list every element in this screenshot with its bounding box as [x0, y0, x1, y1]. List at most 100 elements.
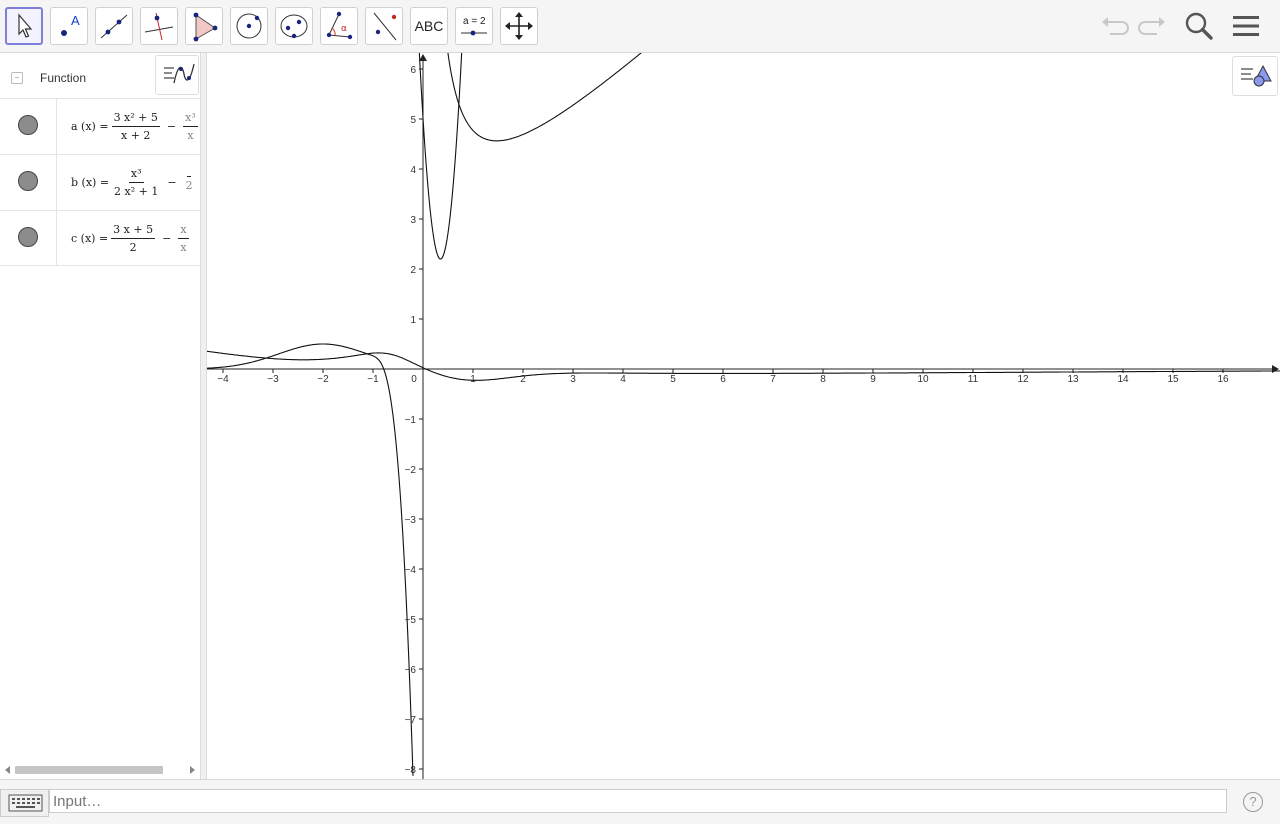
move-tool-button[interactable] [5, 7, 43, 45]
slider-icon: a = 2 [461, 16, 487, 36]
y-tick-label: 6 [410, 65, 416, 76]
svg-text:A: A [71, 13, 80, 28]
x-tick-label: −2 [317, 374, 329, 385]
y-tick-label: 2 [410, 265, 416, 276]
graphics-view[interactable]: −4 −3 −2 −1 0 1 2 3 4 5 6 7 8 9 10 11 12 13 14 15 16 1 2 3 4 5 6 −1… [207, 53, 1280, 779]
curve-a[interactable] [417, 53, 464, 260]
x-tick-label: 12 [1017, 374, 1029, 385]
algebra-item-b[interactable]: b (x) = x³ 2 x² + 1 − 2 [0, 154, 200, 210]
x-axis-arrow [1272, 365, 1279, 373]
slider-tool-label: a = 2 [463, 16, 486, 27]
circle-tool-button[interactable] [230, 7, 268, 45]
text-tool-button[interactable]: ABC [410, 7, 448, 45]
keyboard-icon [8, 794, 43, 812]
denominator: x [187, 129, 194, 142]
denominator: x [180, 240, 187, 254]
x-tick-label: 1 [470, 374, 476, 385]
marble-cell [0, 155, 57, 210]
x-tick-label: −4 [217, 374, 229, 385]
undo-button[interactable] [1097, 8, 1133, 44]
hamburger-menu-icon [1233, 16, 1259, 36]
axes: −4 −3 −2 −1 0 1 2 3 4 5 6 7 8 9 10 11 12 13 14 15 16123456−1… [207, 54, 1279, 779]
numerator: x³ [128, 167, 144, 183]
angle-tool-button[interactable]: α [320, 7, 358, 45]
algebra-style-bar-button[interactable] [155, 55, 199, 95]
formula-lhs: b (x) = [71, 176, 110, 189]
input-help-button[interactable]: ? [1243, 792, 1263, 812]
algebra-item-a[interactable]: a (x) = 3 x² + 5 x + 2 − x³ x [0, 98, 200, 154]
x-tick-label: 14 [1117, 374, 1129, 385]
search-button[interactable] [1181, 8, 1217, 44]
collapse-category-button[interactable]: − [11, 72, 23, 84]
scrollbar-thumb[interactable] [15, 766, 163, 774]
redo-button[interactable] [1134, 8, 1170, 44]
denominator: 2 x² + 1 [114, 185, 159, 198]
formula-lhs: a (x) = [71, 120, 109, 133]
numerator: x [178, 223, 189, 239]
formula-lhs: c (x) = [71, 231, 109, 245]
function-curves [207, 53, 1280, 776]
graphics-canvas[interactable]: −4 −3 −2 −1 0 1 2 3 4 5 6 7 8 9 10 11 12 13 14 15 16123456−1… [207, 53, 1280, 779]
denominator: 2 [129, 240, 137, 254]
x-tick-label: 11 [968, 374, 979, 385]
polygon-tool-button[interactable] [185, 7, 223, 45]
point-icon: A [61, 13, 80, 36]
perpendicular-line-tool-button[interactable] [140, 7, 178, 45]
y-tick-label: −8 [405, 765, 417, 776]
algebra-view: − Function a (x) = 3 x² + 5 x + 2 − x³ x… [0, 53, 201, 779]
formula-c[interactable]: c (x) = 3 x + 5 2 − x x [71, 211, 192, 265]
algebra-item-c[interactable]: c (x) = 3 x + 5 2 − x x [0, 210, 200, 266]
formula-b[interactable]: b (x) = x³ 2 x² + 1 − 2 [71, 155, 198, 210]
search-icon [1185, 12, 1213, 40]
x-tick-label: 16 [1217, 374, 1229, 385]
y-tick-label: 4 [410, 165, 416, 176]
reflect-about-line-icon [373, 12, 397, 41]
x-tick-label: 10 [917, 374, 929, 385]
y-tick-label: −2 [405, 465, 417, 476]
fraction-clipped: x³ x [183, 111, 198, 142]
formula-a[interactable]: a (x) = 3 x² + 5 x + 2 − x³ x [71, 99, 200, 154]
y-tick-label: 3 [410, 215, 416, 226]
x-tick-label: −3 [267, 374, 279, 385]
conic-tool-button[interactable] [275, 7, 313, 45]
y-tick-label: −1 [405, 415, 417, 426]
graphics-style-bar-button[interactable] [1232, 56, 1278, 96]
virtual-keyboard-button[interactable] [0, 789, 49, 817]
fraction: 3 x² + 5 x + 2 [111, 111, 160, 142]
y-tick-label: −6 [405, 665, 417, 676]
main-menu-button[interactable] [1228, 8, 1264, 44]
numerator: 3 x² + 5 [111, 111, 160, 127]
svg-text:α: α [341, 24, 347, 34]
move-arrows-icon [505, 12, 533, 40]
angle-icon: α [326, 11, 353, 40]
line-tool-button[interactable] [95, 7, 133, 45]
redo-icon [1138, 17, 1165, 35]
slider-tool-button[interactable]: a = 2 [455, 7, 493, 45]
curve-c[interactable] [442, 53, 711, 142]
reflect-tool-button[interactable] [365, 7, 403, 45]
cursor-arrow-icon [18, 13, 33, 38]
visibility-toggle-icon[interactable] [18, 227, 38, 247]
move-graphics-tool-button[interactable] [500, 7, 538, 45]
x-tick-label: 3 [570, 374, 576, 385]
fraction: x³ 2 x² + 1 [112, 167, 160, 198]
x-tick-label: 6 [720, 374, 726, 385]
x-tick-label: 15 [1167, 374, 1179, 385]
x-tick-label: 0 [411, 374, 417, 385]
undo-icon [1102, 17, 1129, 35]
curve-b[interactable] [207, 343, 414, 776]
y-tick-label: 1 [410, 315, 416, 326]
fraction-clipped: 2 [184, 174, 195, 192]
point-tool-button[interactable]: A [50, 7, 88, 45]
operator: − [162, 231, 172, 245]
algebra-horizontal-scrollbar[interactable] [0, 763, 200, 777]
algebra-input-field[interactable] [49, 789, 1227, 813]
function-graph-icon [164, 63, 195, 84]
toolbar: A α ABC a = 2 [0, 0, 1280, 53]
graphics-style-icon [1241, 64, 1272, 87]
x-tick-label: 5 [670, 374, 676, 385]
numerator: 3 x + 5 [111, 223, 156, 239]
visibility-toggle-icon[interactable] [18, 171, 38, 191]
visibility-toggle-icon[interactable] [18, 115, 38, 135]
marble-cell [0, 99, 57, 154]
